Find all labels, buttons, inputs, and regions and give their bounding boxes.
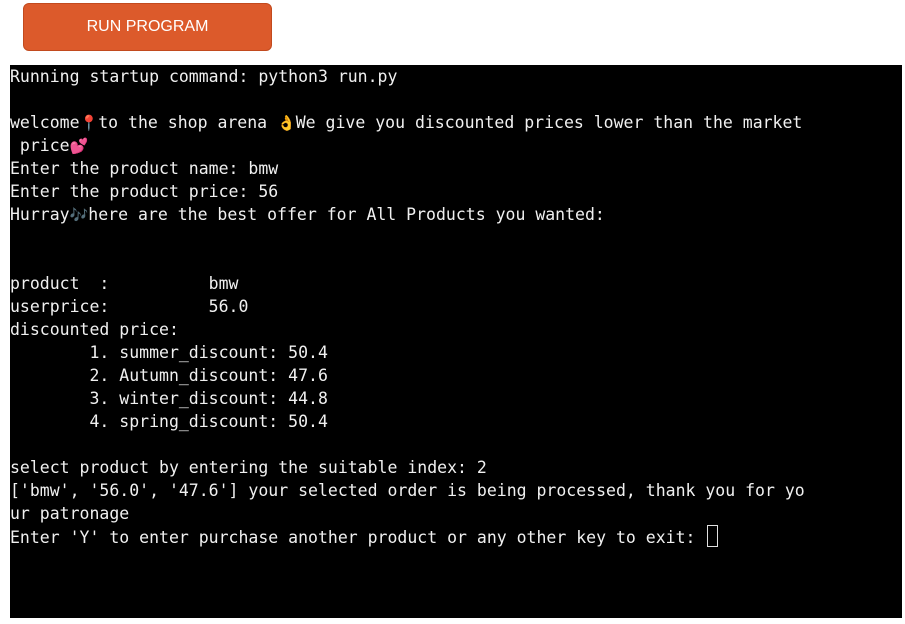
terminal-line-product: product : bmw	[10, 274, 239, 293]
terminal-line-discount-1: 1. summer_discount: 50.4	[10, 343, 328, 362]
terminal-output[interactable]: Running startup command: python3 run.py …	[10, 65, 902, 618]
welcome-text-middle: to the shop arena	[98, 113, 278, 132]
prompt-text: Enter 'Y' to enter purchase another prod…	[10, 528, 706, 547]
terminal-line-discount-2: 2. Autumn_discount: 47.6	[10, 366, 328, 385]
hurray-text-start: Hurray	[10, 205, 70, 224]
ok-hand-icon: 👌	[277, 114, 296, 132]
terminal-line-enter-name: Enter the product name: bmw	[10, 159, 279, 178]
terminal-line-discount-3: 3. winter_discount: 44.8	[10, 389, 328, 408]
terminal-line-startup: Running startup command: python3 run.py	[10, 67, 398, 86]
two-hearts-icon: 💕	[69, 137, 89, 155]
terminal-line-discounted: discounted price:	[10, 320, 179, 339]
run-program-button[interactable]: RUN PROGRAM	[23, 3, 272, 51]
welcome-text-end: We give you discounted prices lower than…	[295, 113, 803, 132]
price-text: price	[10, 136, 70, 155]
terminal-line-order: ['bmw', '56.0', '47.6'] your selected or…	[10, 481, 805, 500]
terminal-cursor[interactable]	[707, 525, 719, 547]
terminal-line-order-wrap: ur patronage	[10, 504, 130, 523]
musical-notes-icon: 🎶	[69, 206, 89, 224]
terminal-line-select: select product by entering the suitable …	[10, 458, 487, 477]
terminal-line-enter-price: Enter the product price: 56	[10, 182, 279, 201]
terminal-line-hurray: Hurray🎶here are the best offer for All P…	[10, 203, 902, 226]
welcome-text-start: welcome	[10, 113, 80, 132]
terminal-line-userprice: userprice: 56.0	[10, 297, 249, 316]
terminal-line-discount-4: 4. spring_discount: 50.4	[10, 412, 328, 431]
terminal-line-welcome: welcome📍to the shop arena 👌We give you d…	[10, 111, 902, 134]
hurray-text-end: here are the best offer for All Products…	[88, 205, 605, 224]
terminal-line-prompt: Enter 'Y' to enter purchase another prod…	[10, 525, 902, 548]
pushpin-icon: 📍	[79, 114, 99, 132]
terminal-line-price: price💕	[10, 134, 902, 157]
